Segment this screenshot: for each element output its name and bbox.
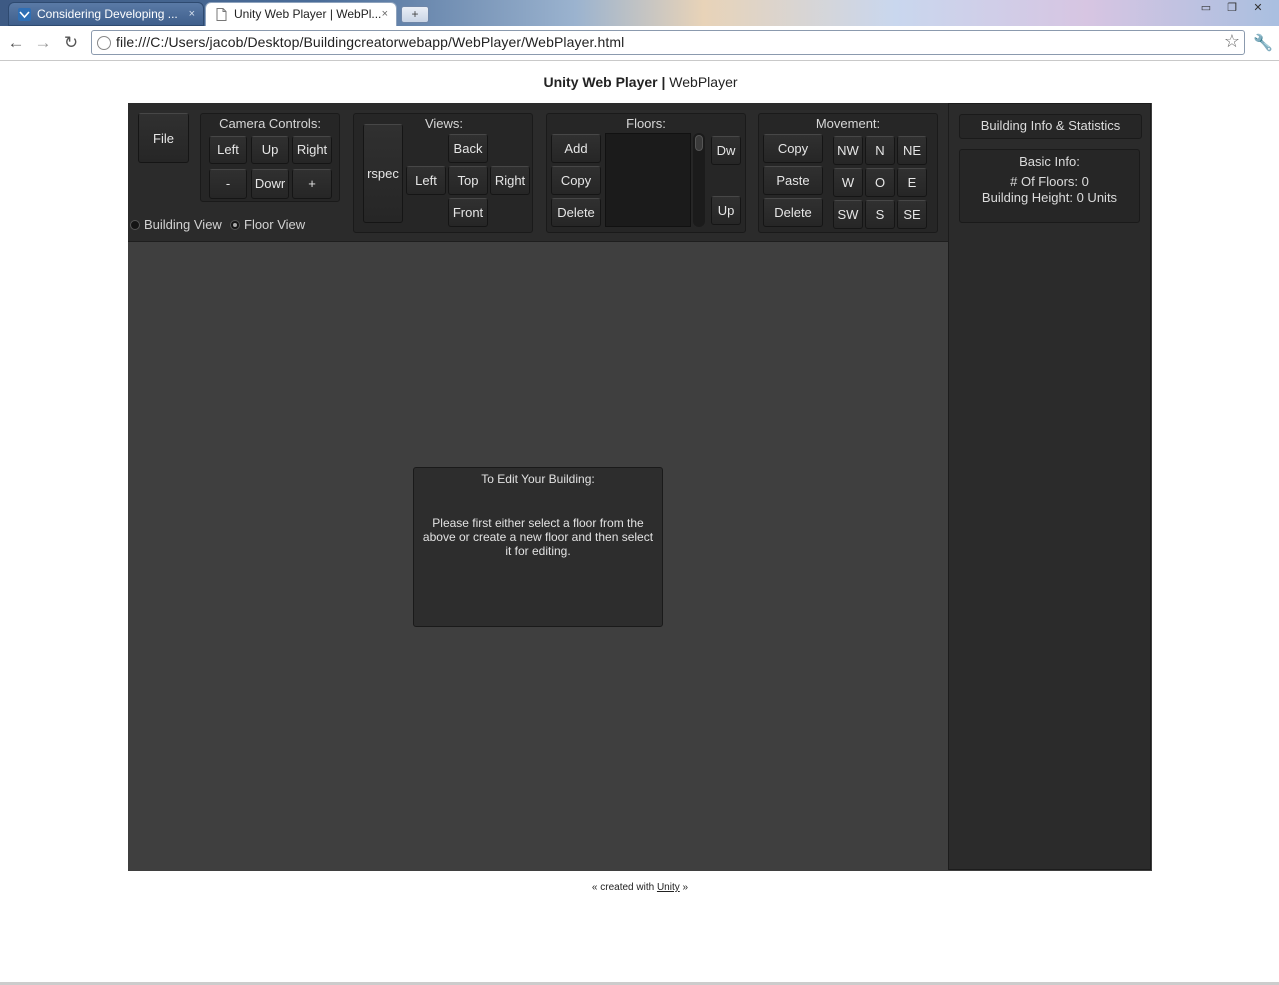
new-tab-button[interactable]: + — [401, 6, 429, 23]
radio-dot-selected[interactable] — [230, 220, 240, 230]
floors-title: Floors: — [626, 116, 666, 131]
forward-arrow-icon[interactable]: → — [33, 33, 53, 53]
page-title-bold: Unity Web Player | — [543, 74, 666, 90]
basic-info-box: Basic Info: # Of Floors: 0 Building Heig… — [959, 149, 1140, 223]
zoom-out-button[interactable]: - — [209, 169, 247, 199]
move-sw-button[interactable]: SW — [833, 200, 863, 229]
edit-instructions-title: To Edit Your Building: — [481, 472, 595, 486]
reload-icon[interactable]: ↻ — [61, 33, 81, 53]
restore-icon[interactable]: ❐ — [1219, 0, 1245, 17]
close-window-icon[interactable]: ✕ — [1245, 0, 1271, 17]
tab-considering-developing[interactable]: Considering Developing ... × — [8, 2, 204, 26]
move-e-button[interactable]: E — [897, 168, 927, 197]
zoom-in-button[interactable]: + — [292, 169, 332, 199]
floor-up-button[interactable]: Up — [711, 196, 741, 225]
move-ne-button[interactable]: NE — [897, 136, 927, 165]
radio-dot[interactable] — [130, 220, 140, 230]
floor-down-button[interactable]: Dw — [711, 136, 741, 165]
building-height: Building Height: 0 Units — [981, 190, 1118, 205]
building-info-header: Building Info & Statistics — [959, 114, 1142, 139]
close-tab-icon[interactable]: × — [189, 3, 195, 25]
tab-title: Unity Web Player | WebPl... — [234, 7, 382, 21]
view-front-button[interactable]: Front — [448, 198, 488, 227]
floor-add-button[interactable]: Add — [551, 134, 601, 163]
camera-right-button[interactable]: Right — [292, 136, 332, 164]
view-top-button[interactable]: Top — [448, 166, 488, 195]
move-delete-button[interactable]: Delete — [763, 198, 823, 227]
movement-group: Movement: Copy Paste Delete NW N NE W O … — [758, 113, 938, 233]
move-w-button[interactable]: W — [833, 168, 863, 197]
edit-instructions-box: To Edit Your Building: Please first eith… — [413, 467, 663, 627]
move-nw-button[interactable]: NW — [833, 136, 863, 165]
wrench-icon[interactable]: 🔧 — [1253, 33, 1273, 53]
close-tab-icon[interactable]: × — [382, 3, 388, 25]
scrollbar-thumb[interactable] — [695, 135, 703, 151]
move-n-button[interactable]: N — [865, 136, 895, 165]
browser-toolbar: ← → ↻ file:///C:/Users/jacob/Desktop/Bui… — [0, 26, 1279, 61]
view-back-button[interactable]: Back — [448, 134, 488, 163]
move-copy-button[interactable]: Copy — [763, 134, 823, 163]
tab-unity-web-player[interactable]: Unity Web Player | WebPl... × — [205, 2, 397, 26]
perspective-button[interactable]: rspec — [363, 124, 403, 223]
minimize-icon[interactable]: ▭ — [1193, 0, 1219, 17]
floor-copy-button[interactable]: Copy — [551, 166, 601, 195]
address-bar[interactable]: file:///C:/Users/jacob/Desktop/Buildingc… — [91, 30, 1245, 55]
views-title: Views: — [424, 116, 464, 131]
floor-count: # Of Floors: 0 — [1010, 174, 1089, 189]
favicon-icon — [18, 8, 31, 21]
floors-group: Floors: Add Copy Delete Dw Up — [546, 113, 746, 233]
footer-suffix: » — [679, 882, 689, 893]
url-text[interactable]: file:///C:/Users/jacob/Desktop/Buildingc… — [116, 34, 624, 50]
camera-up-button[interactable]: Up — [251, 136, 289, 164]
edit-instructions-body: Please first either select a floor from … — [422, 516, 654, 558]
page-title-rest: WebPlayer — [665, 74, 738, 90]
unity-player[interactable]: File Camera Controls: Left Up Right - Do… — [128, 103, 1152, 871]
page-icon — [216, 8, 227, 21]
camera-controls-title: Camera Controls: — [219, 116, 321, 131]
building-info-panel: Building Info & Statistics Basic Info: #… — [948, 103, 1151, 870]
camera-controls-group: Camera Controls: Left Up Right - Dowr + — [200, 113, 340, 202]
file-button[interactable]: File — [138, 113, 189, 163]
floor-view-label: Floor View — [244, 217, 306, 232]
movement-title: Movement: — [815, 116, 881, 131]
globe-icon — [97, 36, 111, 50]
top-control-panel: File Camera Controls: Left Up Right - Do… — [128, 103, 948, 242]
camera-down-button[interactable]: Dowr — [251, 169, 289, 199]
basic-info-title: Basic Info: — [1019, 154, 1080, 169]
move-se-button[interactable]: SE — [897, 200, 927, 229]
camera-left-button[interactable]: Left — [209, 136, 247, 164]
move-paste-button[interactable]: Paste — [763, 166, 823, 195]
floor-delete-button[interactable]: Delete — [551, 198, 601, 227]
building-view-label: Building View — [144, 217, 222, 232]
view-right-button[interactable]: Right — [490, 166, 530, 195]
building-view-radio[interactable]: Building View — [130, 217, 222, 232]
footer: « created with Unity » — [0, 882, 1279, 893]
view-left-button[interactable]: Left — [406, 166, 446, 195]
back-arrow-icon[interactable]: ← — [6, 33, 26, 53]
bookmark-star-icon[interactable]: ☆ — [1224, 31, 1240, 52]
footer-prefix: « created with — [591, 882, 657, 893]
page-title: Unity Web Player | WebPlayer — [0, 74, 1279, 90]
move-s-button[interactable]: S — [865, 200, 895, 229]
move-o-button[interactable]: O — [865, 168, 895, 197]
tab-strip: Considering Developing ... × Unity Web P… — [0, 0, 1279, 26]
tab-title: Considering Developing ... — [37, 7, 178, 21]
views-group: Views: rspec Back Left Top Right Front — [353, 113, 533, 233]
window-controls: ▭ ❐ ✕ — [1193, 0, 1271, 18]
floor-list[interactable] — [605, 133, 691, 227]
floor-view-radio[interactable]: Floor View — [230, 217, 305, 232]
unity-link[interactable]: Unity — [657, 882, 680, 893]
